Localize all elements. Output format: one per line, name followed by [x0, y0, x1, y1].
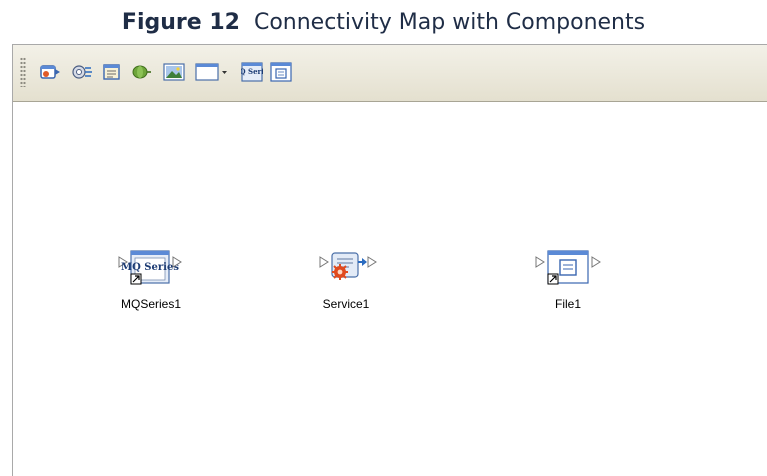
toolbar: MQ Series [13, 45, 767, 102]
map-canvas[interactable]: MQ Series MQSeries1 Service1 File1 [13, 102, 767, 476]
connectivity-map-editor: MQ Series MQ Series [12, 44, 767, 476]
service-button[interactable] [71, 62, 93, 82]
scheduler-button[interactable] [101, 62, 123, 82]
mqseries-icon: MQ Series [118, 250, 182, 285]
web-service-button[interactable] [130, 62, 152, 82]
window-dropdown-icon [195, 63, 227, 81]
component-mqseries1[interactable]: MQ Series MQSeries1 [109, 250, 193, 314]
scheduler-icon [103, 64, 120, 80]
file-icon [270, 62, 292, 82]
window-dropdown-button[interactable] [195, 62, 229, 82]
figure-caption: Figure 12 Connectivity Map with Component… [0, 6, 767, 40]
svg-text:MQ Series: MQ Series [121, 262, 179, 273]
figure-label: Figure 12 [121, 10, 240, 35]
mqseries-button[interactable]: MQ Series [241, 62, 263, 82]
service-icon [319, 252, 377, 280]
web-service-icon [132, 65, 151, 79]
component-service1[interactable]: Service1 [304, 250, 388, 314]
external-application-icon [40, 65, 60, 79]
component-label-file1: File1 [554, 297, 581, 311]
external-application-button[interactable] [39, 62, 61, 82]
svg-text:MQ Series: MQ Series [241, 67, 263, 76]
file-button[interactable] [270, 62, 292, 82]
image-button[interactable] [163, 62, 185, 82]
component-label-service1: Service1 [322, 297, 370, 311]
service-icon [72, 65, 92, 79]
figure-title: Connectivity Map with Components [253, 10, 646, 35]
component-file1[interactable]: File1 [526, 250, 610, 314]
image-icon [163, 63, 185, 81]
toolbar-grip[interactable] [20, 57, 26, 87]
component-label-mqseries1: MQSeries1 [120, 297, 182, 311]
file-icon [535, 250, 601, 285]
mqseries-icon: MQ Series [241, 62, 263, 82]
